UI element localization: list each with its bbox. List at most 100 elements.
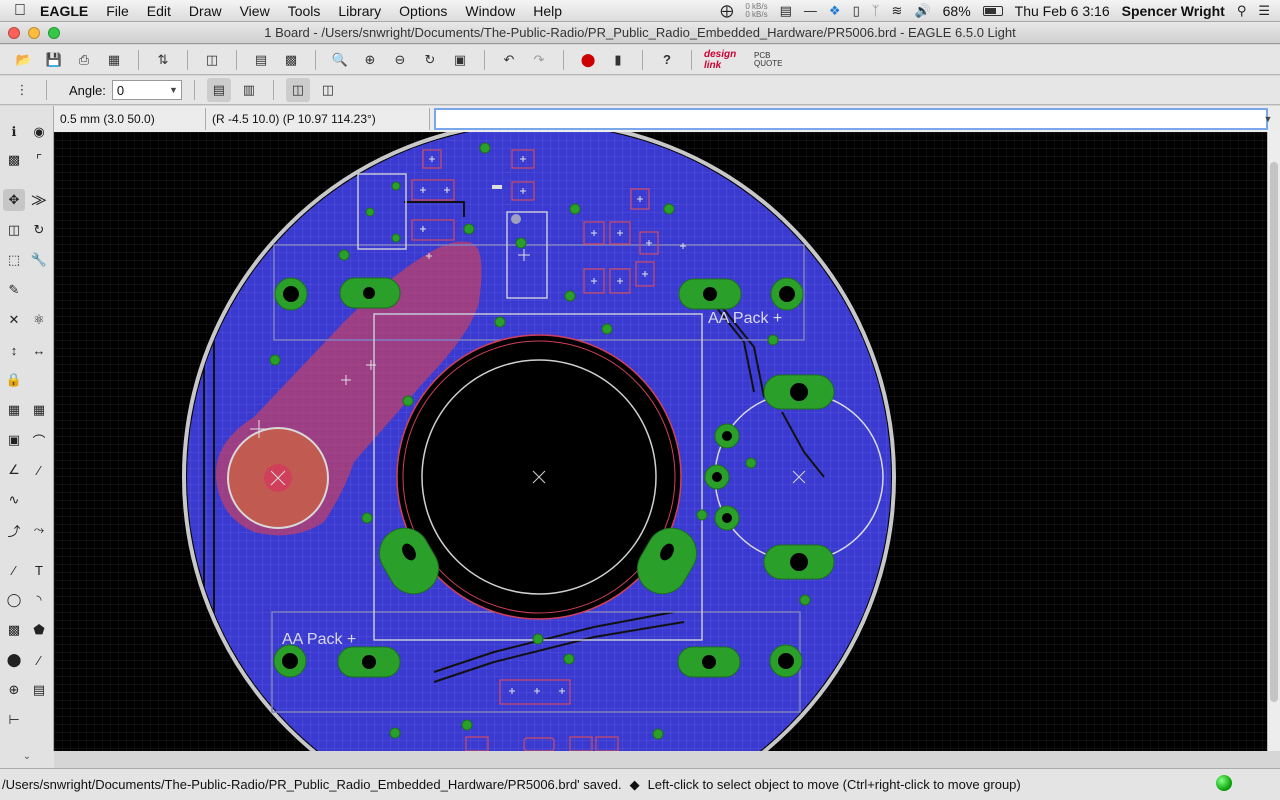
text-tool-icon[interactable]: T	[28, 559, 50, 581]
vertical-scrollbar[interactable]	[1267, 132, 1280, 751]
move-tool-icon[interactable]: ✥	[3, 189, 25, 211]
delete-tool-icon[interactable]: ✕	[3, 309, 25, 331]
info-tool-icon[interactable]: ℹ	[3, 121, 25, 143]
phone-tray-icon[interactable]: ▯	[853, 3, 860, 19]
spotlight-search-icon[interactable]: ⚲	[1237, 3, 1247, 19]
dropbox-tray-icon[interactable]: ❖	[829, 3, 841, 19]
menu-library[interactable]: Library	[338, 3, 381, 19]
menu-window[interactable]: Window	[465, 3, 515, 19]
grid-icon[interactable]: ⋮	[10, 78, 34, 102]
menu-draw[interactable]: Draw	[189, 3, 222, 19]
wire-tool-icon[interactable]: ∕	[3, 559, 25, 581]
optimize-tool-icon[interactable]: ∕	[28, 459, 50, 481]
window-minimize-button[interactable]	[28, 26, 40, 39]
window-zoom-button[interactable]	[48, 26, 60, 39]
via-tool-icon[interactable]: ⬤	[3, 649, 25, 671]
text-vector-icon[interactable]: ▥	[237, 78, 261, 102]
volume-icon[interactable]: 🔊	[914, 3, 930, 19]
menu-view[interactable]: View	[240, 3, 270, 19]
attribute-tool-icon[interactable]: ▤	[28, 679, 50, 701]
rotate-tool-icon[interactable]: ↻	[28, 219, 50, 241]
signal-tool-icon[interactable]: ∕	[28, 649, 50, 671]
display-layers-icon[interactable]: ▩	[3, 149, 25, 171]
status-led-icon[interactable]	[1216, 775, 1232, 791]
zoom-out-icon[interactable]: ⊖	[388, 48, 412, 72]
palette-expand-chevron-icon[interactable]: ⌄	[0, 751, 54, 768]
command-history-chevron-icon[interactable]: ▼	[1260, 110, 1276, 128]
wifi-icon[interactable]: ≋	[892, 3, 903, 19]
name-tool-icon[interactable]: ▦	[3, 399, 25, 421]
board-schematic-switch-icon[interactable]: ⇅	[151, 48, 175, 72]
polygon-tool-icon[interactable]: ⬟	[28, 619, 50, 641]
battery-icon[interactable]	[982, 5, 1003, 16]
meter-tray-icon[interactable]: ▤	[780, 3, 792, 19]
crosshair-tray-icon[interactable]: ⨁	[720, 3, 733, 19]
user-name[interactable]: Spencer Wright	[1122, 3, 1225, 19]
redo-icon[interactable]: ↷	[527, 48, 551, 72]
print-icon[interactable]: ⎙	[72, 48, 96, 72]
meander-tool-icon[interactable]: ∿	[3, 489, 25, 511]
group-tool-icon[interactable]: ⬚	[3, 249, 25, 271]
copy-tool-icon[interactable]: ⨠	[28, 189, 50, 211]
zoom-fit-icon[interactable]: 🔍	[328, 48, 352, 72]
pcbquote-logo[interactable]: PCB QUOTE	[754, 48, 788, 72]
miter-tool-icon[interactable]: ⌒	[28, 429, 50, 451]
save-icon[interactable]: 💾	[42, 48, 66, 72]
cam-processor-icon[interactable]: ▦	[102, 48, 126, 72]
designlink-logo[interactable]: design link	[704, 48, 748, 72]
board-drawing[interactable]: AA Pack + AA Pack +	[54, 132, 1267, 751]
bluetooth-icon[interactable]: ᛉ	[872, 3, 880, 18]
apple-menu-icon[interactable]: 	[0, 2, 40, 20]
help-icon[interactable]: ?	[655, 48, 679, 72]
go-icon[interactable]: ▮	[606, 48, 630, 72]
mirror-on-icon[interactable]: ◫	[316, 78, 340, 102]
menu-tools[interactable]: Tools	[288, 3, 321, 19]
board-canvas[interactable]: AA Pack + AA Pack +	[54, 132, 1267, 751]
menu-edit[interactable]: Edit	[147, 3, 171, 19]
stop-icon[interactable]: ⬤	[576, 48, 600, 72]
pad-drill	[790, 553, 808, 571]
minus-tray-icon[interactable]: —	[804, 3, 817, 18]
circle-tool-icon[interactable]: ◯	[3, 589, 25, 611]
show-tool-icon[interactable]: ◉	[28, 121, 50, 143]
diamond-icon: ◆	[629, 776, 640, 792]
notification-list-icon[interactable]: ☰	[1258, 3, 1270, 19]
redraw-icon[interactable]: ↻	[418, 48, 442, 72]
ulp-icon[interactable]: ▩	[279, 48, 303, 72]
menu-options[interactable]: Options	[399, 3, 447, 19]
arc-tool-icon[interactable]: ◝	[28, 589, 50, 611]
value-tool-icon[interactable]: ▦	[28, 399, 50, 421]
dimension-tool-icon[interactable]: ⊢	[3, 709, 25, 731]
change-tool-icon[interactable]: 🔧	[28, 249, 50, 271]
text-ratio-icon[interactable]: ▤	[206, 78, 231, 102]
ripup-tool-icon[interactable]: ⤳	[28, 519, 50, 541]
library-icon[interactable]: ◫	[200, 48, 224, 72]
app-menu[interactable]: EAGLE	[40, 3, 88, 19]
window-titlebar: 1 Board - /Users/snwright/Documents/The-…	[0, 22, 1280, 44]
hole-tool-icon[interactable]: ⊕	[3, 679, 25, 701]
lock-position-icon[interactable]: ↔	[28, 339, 50, 361]
paste-tool-icon[interactable]: ✎	[3, 279, 25, 301]
zoom-select-icon[interactable]: ▣	[448, 48, 472, 72]
clock[interactable]: Thu Feb 6 3:16	[1015, 3, 1110, 19]
mark-tool-icon[interactable]: ⌜	[28, 149, 50, 171]
menu-help[interactable]: Help	[533, 3, 562, 19]
rect-tool-icon[interactable]: ▩	[3, 619, 25, 641]
smash-tool-icon[interactable]: ▣	[3, 429, 25, 451]
add-part-icon[interactable]: ⚛	[28, 309, 50, 331]
route-tool-icon[interactable]: ⤴	[3, 519, 25, 541]
replace-tool-icon[interactable]: ↕	[3, 339, 25, 361]
angle-select[interactable]: 0 ▼	[111, 80, 182, 100]
scrollbar-thumb[interactable]	[1270, 162, 1278, 702]
menu-file[interactable]: File	[106, 3, 129, 19]
mirror-tool-icon[interactable]: ◫	[3, 219, 25, 241]
command-input[interactable]	[434, 108, 1268, 130]
window-close-button[interactable]	[8, 26, 20, 39]
zoom-in-icon[interactable]: ⊕	[358, 48, 382, 72]
script-icon[interactable]: ▤	[249, 48, 273, 72]
open-icon[interactable]: 📂	[12, 48, 36, 72]
split-tool-icon[interactable]: ∠	[3, 459, 25, 481]
lock-tool-icon[interactable]: 🔒	[3, 369, 25, 391]
mirror-off-icon[interactable]: ◫	[285, 78, 310, 102]
undo-icon[interactable]: ↶	[497, 48, 521, 72]
